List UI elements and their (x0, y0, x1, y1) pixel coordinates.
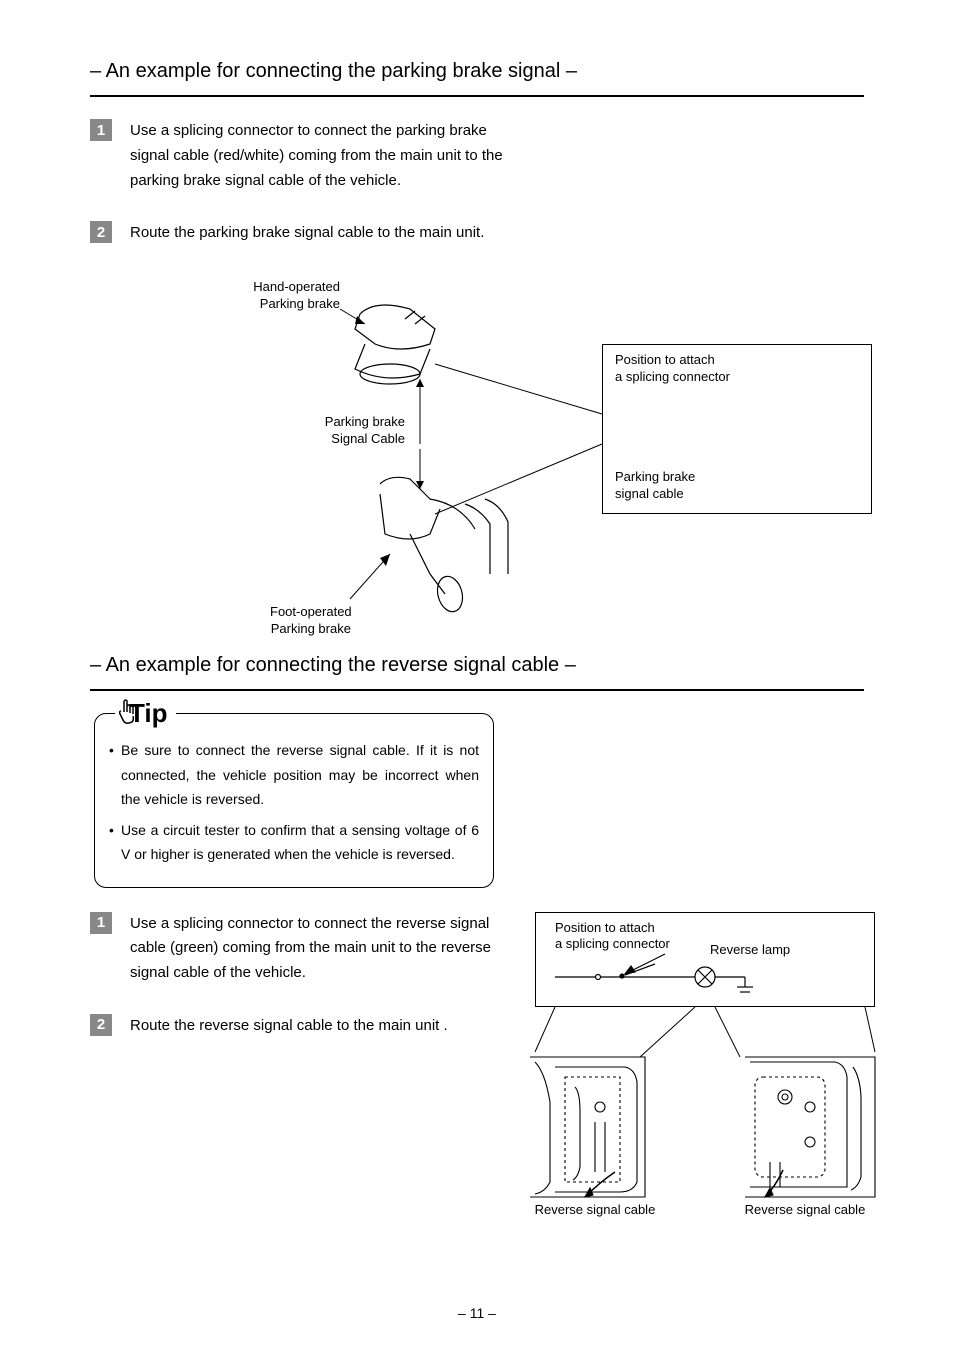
hand-pointer-icon (115, 698, 139, 726)
label-signal-cable: Parking brake Signal Cable (305, 414, 405, 448)
page-number: – 11 – (0, 1305, 954, 1321)
step-text: Route the parking brake signal cable to … (130, 221, 484, 246)
diagram-parking-brake: Hand-operated Parking brake Parking brak… (130, 274, 864, 644)
step-text: Use a splicing connector to connect the … (130, 912, 495, 986)
label-foot-brake: Foot-operated Parking brake (270, 604, 352, 638)
label-hand-brake: Hand-operated Parking brake (240, 279, 340, 313)
step-badge: 2 (90, 1014, 112, 1036)
tip-item: Be sure to connect the reverse signal ca… (109, 738, 479, 812)
tip-box: Tip Be sure to connect the reverse signa… (94, 713, 494, 888)
label-reverse-cable-right: Reverse signal cable (725, 1202, 885, 1219)
step-badge: 1 (90, 119, 112, 141)
diagram-reverse-signal: Position to attach a splicing connector … (525, 912, 864, 1232)
section1-title: – An example for connecting the parking … (90, 60, 864, 83)
step-1-2: 2 Route the parking brake signal cable t… (90, 221, 530, 246)
step-badge: 2 (90, 221, 112, 243)
label-attach-pos: Position to attach a splicing connector (615, 352, 730, 386)
label-schematic-cable: Parking brake signal cable (615, 469, 695, 503)
tip-item: Use a circuit tester to confirm that a s… (109, 818, 479, 867)
step-2-1: 1 Use a splicing connector to connect th… (90, 912, 495, 986)
step-badge: 1 (90, 912, 112, 934)
section1-rule (90, 95, 864, 97)
step-1-1: 1 Use a splicing connector to connect th… (90, 119, 530, 193)
step-2-2: 2 Route the reverse signal cable to the … (90, 1014, 495, 1039)
section2-title: – An example for connecting the reverse … (90, 654, 864, 677)
section2-rule (90, 689, 864, 691)
label-reverse-cable-left: Reverse signal cable (515, 1202, 675, 1219)
tip-list: Be sure to connect the reverse signal ca… (109, 738, 479, 867)
step-text: Route the reverse signal cable to the ma… (130, 1014, 448, 1039)
step-text: Use a splicing connector to connect the … (130, 119, 530, 193)
tip-header: Tip (115, 698, 176, 729)
